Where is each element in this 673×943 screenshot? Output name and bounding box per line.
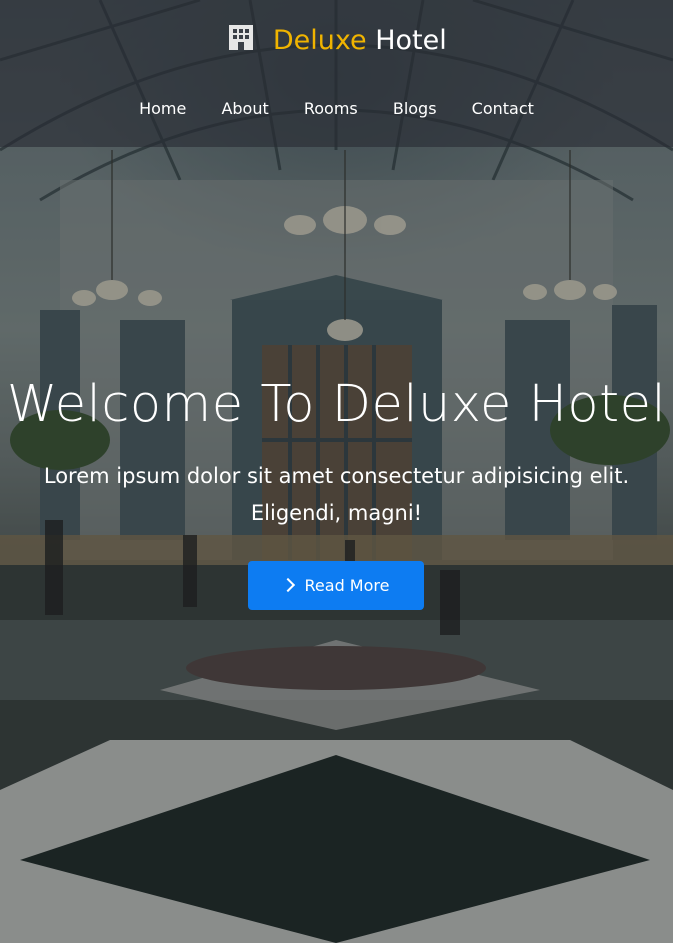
brand-name-rest: Hotel xyxy=(375,25,447,56)
hero-title: Welcome To Deluxe Hotel xyxy=(6,375,667,434)
chevron-right-icon xyxy=(280,577,295,593)
page: Deluxe Hotel Home About Rooms Blogs Cont… xyxy=(0,0,673,943)
main-nav: Home About Rooms Blogs Contact xyxy=(0,96,673,122)
brand-logo[interactable]: Deluxe Hotel xyxy=(0,22,673,60)
nav-item-contact[interactable]: Contact xyxy=(472,96,534,122)
nav-item-blogs[interactable]: Blogs xyxy=(393,96,437,122)
hero-subtitle: Lorem ipsum dolor sit amet consectetur a… xyxy=(43,464,630,525)
nav-item-about[interactable]: About xyxy=(221,96,268,122)
read-more-button[interactable]: Read More xyxy=(248,561,424,610)
site-header: Deluxe Hotel Home About Rooms Blogs Cont… xyxy=(0,0,673,147)
hotel-building-icon xyxy=(229,25,254,50)
nav-item-home[interactable]: Home xyxy=(139,96,186,122)
nav-item-rooms[interactable]: Rooms xyxy=(304,96,358,122)
brand-name-accent: Deluxe xyxy=(272,25,367,56)
read-more-label: Read More xyxy=(304,576,390,595)
